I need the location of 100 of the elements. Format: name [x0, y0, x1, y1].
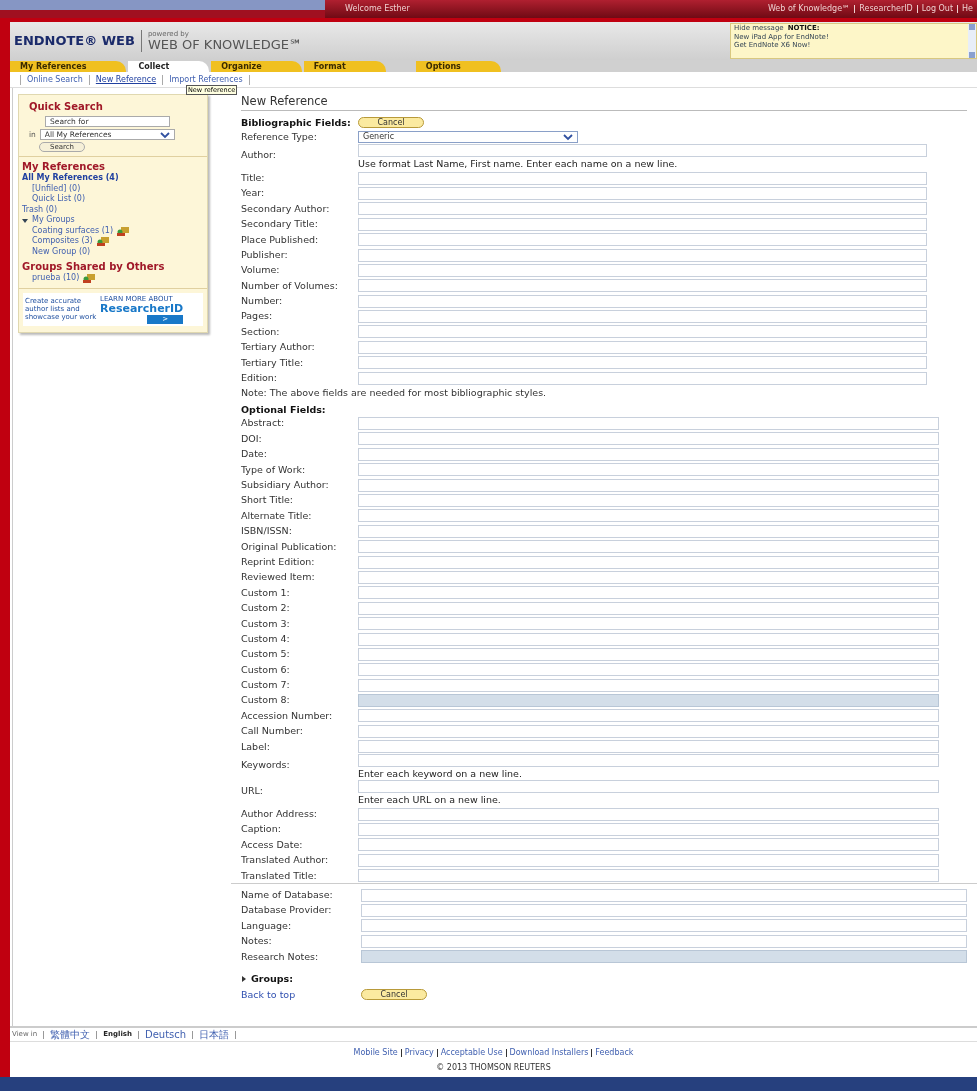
text-field[interactable]: [358, 823, 939, 837]
subnav-link[interactable]: New Reference: [95, 73, 157, 86]
top-link[interactable]: Log Out: [921, 3, 954, 15]
language-link[interactable]: Deutsch: [144, 1027, 187, 1042]
top-link[interactable]: He: [962, 3, 973, 15]
text-field[interactable]: [358, 807, 939, 821]
nav-tab[interactable]: Format: [303, 61, 386, 72]
text-field[interactable]: [358, 202, 927, 216]
field-label: Call Number:: [241, 724, 304, 739]
field-label: Publisher:: [241, 247, 289, 262]
text-field[interactable]: [361, 919, 967, 933]
text-field[interactable]: [358, 217, 927, 231]
text-field[interactable]: [358, 294, 927, 308]
text-field[interactable]: [358, 279, 927, 293]
text-field[interactable]: [358, 632, 939, 646]
tree-item-link[interactable]: Trash (0): [22, 204, 57, 216]
text-field[interactable]: [358, 601, 939, 615]
tree-item-link[interactable]: Coating surfaces (1): [32, 225, 114, 237]
scrollbar: [968, 24, 976, 58]
cancel-button[interactable]: Cancel: [358, 117, 424, 128]
nav-tab[interactable]: Organize: [211, 61, 302, 72]
tree-item-link[interactable]: New Group (0): [32, 246, 91, 258]
language-link[interactable]: 繁體中文: [50, 1027, 91, 1042]
tree-item-link[interactable]: Quick List (0): [32, 194, 86, 205]
reference-type-select[interactable]: Generic: [358, 130, 578, 143]
text-field[interactable]: [358, 724, 939, 738]
logo-text: ENDNOTE® WEB: [14, 32, 135, 51]
text-field[interactable]: [358, 186, 927, 200]
text-field[interactable]: [361, 934, 967, 948]
text-field[interactable]: [358, 144, 927, 158]
footer-link[interactable]: Acceptable Use: [440, 1047, 503, 1059]
text-field[interactable]: [358, 678, 939, 692]
tree-item-link[interactable]: Composites (3): [32, 236, 93, 247]
text-field[interactable]: [358, 356, 927, 370]
field-label: Label:: [241, 739, 271, 754]
text-field[interactable]: [358, 509, 939, 523]
text-field[interactable]: [358, 447, 939, 461]
expand-triangle-icon[interactable]: [241, 976, 247, 983]
footer-link[interactable]: Download Installers: [509, 1047, 589, 1059]
text-field[interactable]: [358, 570, 939, 584]
text-field[interactable]: [358, 555, 939, 569]
text-field[interactable]: [358, 417, 939, 431]
text-field[interactable]: [358, 540, 939, 554]
field-label: Keywords:: [241, 758, 291, 773]
tree-item-link[interactable]: [Unfiled] (0): [32, 183, 81, 195]
section-heading: Optional Fields:: [241, 402, 327, 416]
text-field[interactable]: [358, 586, 939, 600]
text-field[interactable]: [358, 647, 939, 661]
text-field[interactable]: [358, 248, 927, 262]
text-field[interactable]: [358, 853, 939, 867]
text-field[interactable]: [358, 340, 927, 354]
text-field[interactable]: [358, 478, 939, 492]
expand-triangle-icon[interactable]: [22, 217, 28, 224]
text-field[interactable]: [358, 233, 927, 247]
subnav-link[interactable]: Online Search: [27, 73, 83, 86]
text-field[interactable]: [358, 263, 927, 277]
language-link[interactable]: 日本語: [199, 1027, 230, 1042]
top-link[interactable]: ResearcherID: [859, 3, 913, 15]
text-field[interactable]: [358, 869, 939, 883]
partner-logo-text: WEB OF KNOWLEDGE℠: [147, 37, 303, 52]
field-label: Research Notes:: [241, 949, 320, 964]
text-field[interactable]: [358, 171, 927, 185]
field-label: Abstract:: [241, 416, 286, 431]
back-to-top-link[interactable]: Back to top: [241, 987, 361, 1002]
footer-link[interactable]: Mobile Site: [353, 1047, 398, 1059]
field-label: Type of Work:: [241, 462, 307, 477]
tree-item-link[interactable]: prueba (10): [32, 273, 80, 284]
text-field[interactable]: [358, 709, 939, 723]
nav-tab[interactable]: Options: [415, 61, 501, 72]
text-field[interactable]: [358, 754, 939, 768]
field-label: Custom 1:: [241, 585, 291, 600]
field-label: Secondary Title:: [241, 217, 319, 232]
field-label: Edition:: [241, 371, 279, 386]
text-field[interactable]: [358, 463, 939, 477]
text-field[interactable]: [358, 325, 927, 339]
text-field[interactable]: [361, 888, 967, 902]
tree-item-link[interactable]: My Groups: [32, 215, 75, 226]
text-field[interactable]: [358, 617, 939, 631]
text-field[interactable]: [358, 838, 939, 852]
text-field[interactable]: [358, 432, 939, 446]
text-field[interactable]: [358, 371, 927, 385]
field-label: Reprint Edition:: [241, 554, 316, 569]
text-field[interactable]: [361, 904, 967, 917]
top-link[interactable]: Web of Knowledge℠: [767, 3, 851, 15]
cancel-button[interactable]: Cancel: [361, 989, 427, 1001]
text-field[interactable]: [358, 310, 927, 324]
section-heading: Quick Search: [29, 100, 104, 114]
text-field[interactable]: [358, 524, 939, 538]
text-field[interactable]: [358, 663, 939, 677]
text-field[interactable]: [358, 740, 939, 754]
field-label: Year:: [241, 186, 266, 201]
subnav-link[interactable]: Import References: [169, 73, 243, 86]
field-label: Reviewed Item:: [241, 570, 316, 585]
text-field[interactable]: [358, 494, 939, 507]
footer-link[interactable]: Feedback: [595, 1047, 634, 1059]
footer-link[interactable]: Privacy: [404, 1047, 434, 1059]
tree-item-link[interactable]: All My References (4): [22, 173, 119, 184]
nav-tab[interactable]: Collect: [128, 61, 210, 72]
text-field[interactable]: [358, 780, 939, 794]
nav-tab[interactable]: My References: [10, 61, 127, 72]
